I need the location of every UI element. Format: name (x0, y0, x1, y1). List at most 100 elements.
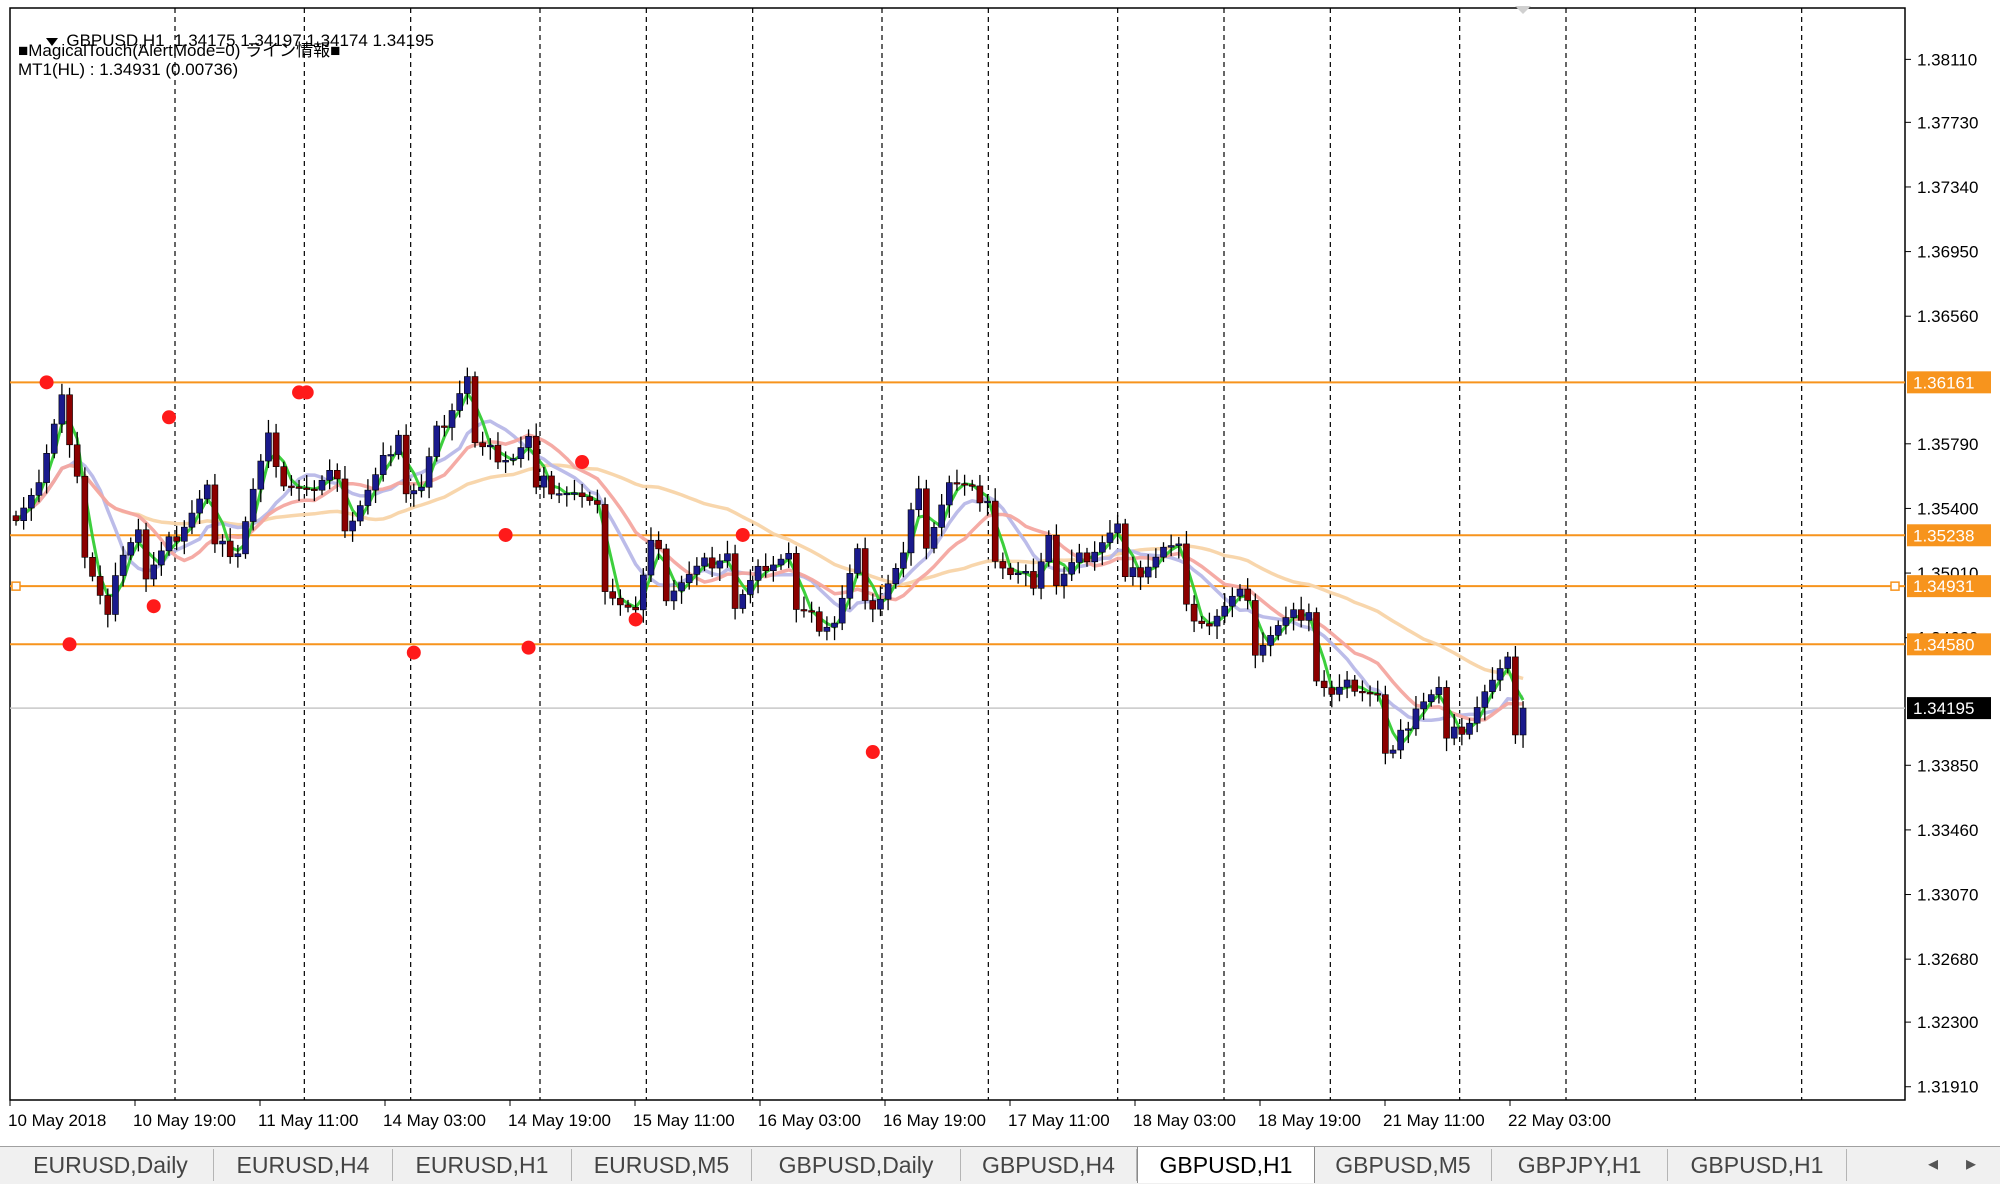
bear-candle (708, 557, 716, 569)
bull-candle (135, 529, 142, 543)
bear-candle (923, 488, 930, 549)
fractal-low-marker (406, 645, 421, 660)
bull-candle (1282, 617, 1290, 626)
bear-candle (104, 595, 112, 615)
bull-candle (1389, 749, 1397, 754)
bear-candle (1206, 623, 1213, 627)
price-tag-label: 1.34580 (1913, 635, 1974, 654)
bull-candle (1290, 609, 1297, 618)
bear-candle (1297, 609, 1305, 621)
tab-scroll-right-icon[interactable]: ▸ (1966, 1151, 1976, 1176)
x-tick-label: 10 May 2018 (8, 1111, 106, 1130)
bear-candle (142, 529, 150, 580)
bull-candle (158, 550, 165, 566)
tab-scroll-left-icon[interactable]: ◂ (1928, 1151, 1938, 1176)
bull-candle (448, 410, 456, 428)
bull-candle (1420, 701, 1427, 710)
fractal-high-marker (299, 385, 314, 400)
bull-candle (1129, 567, 1137, 578)
bull-candle (1068, 562, 1075, 575)
bull-candle (372, 474, 379, 491)
chart-tab-bar: EURUSD,Daily EURUSD,H4 EURUSD,H1 EURUSD,M5 G… (0, 1146, 2000, 1184)
bull-candle (1305, 612, 1313, 621)
y-tick-label: 1.33850 (1917, 756, 1978, 775)
bear-candle (1183, 543, 1190, 605)
bull-candle (1397, 729, 1404, 751)
bull-candle (1489, 679, 1496, 693)
bull-candle (571, 492, 578, 495)
bull-candle (1236, 588, 1244, 597)
line-handle-right-icon[interactable] (1890, 581, 1900, 591)
bear-candle (961, 483, 968, 486)
fractal-high-marker (39, 375, 54, 390)
x-tick-label: 14 May 03:00 (383, 1111, 486, 1130)
chart-tab[interactable]: GBPUSD,H4 (961, 1149, 1137, 1181)
bull-candle (1519, 707, 1527, 736)
bull-candle (379, 454, 387, 475)
bear-candle (1252, 600, 1259, 656)
chart-tab[interactable]: EURUSD,H1 (393, 1149, 572, 1181)
x-tick-label: 14 May 19:00 (508, 1111, 611, 1130)
fractal-low-marker (521, 640, 536, 655)
bull-candle (425, 456, 433, 488)
chart-tab[interactable]: GBPUSD,H1 (1137, 1147, 1315, 1183)
bull-candle (854, 548, 861, 574)
bear-candle (532, 436, 540, 488)
bear-candle (662, 548, 670, 602)
bull-candle (1405, 728, 1412, 731)
y-tick-label: 1.33460 (1917, 821, 1978, 840)
bear-candle (861, 548, 869, 601)
chart-tab[interactable]: EURUSD,M5 (572, 1149, 752, 1181)
bull-candle (777, 558, 785, 566)
bull-candle (1037, 561, 1045, 589)
bull-candle (1343, 679, 1351, 688)
chart-tab[interactable]: GBPUSD,Daily (752, 1149, 961, 1181)
bear-candle (1382, 694, 1389, 754)
bear-candle (968, 484, 976, 487)
chart-tab[interactable]: EURUSD,Daily (8, 1149, 214, 1181)
bull-candle (249, 488, 257, 522)
bull-candle (119, 554, 127, 576)
bear-candle (96, 576, 104, 596)
bull-candle (242, 521, 249, 555)
bull-candle (540, 475, 548, 488)
x-tick-label: 10 May 19:00 (133, 1111, 236, 1130)
bull-candle (1221, 605, 1228, 617)
y-tick-label: 1.36950 (1917, 243, 1978, 262)
fractal-high-marker (162, 410, 176, 425)
y-tick-label: 1.35400 (1917, 499, 1978, 518)
bear-candle (731, 553, 739, 609)
price-chart[interactable]: 1.38110 1.37730 1.37340 1.36950 1.36560 1.357… (0, 0, 2000, 1146)
bear-candle (1121, 523, 1129, 578)
plot-area[interactable] (9, 7, 1906, 1101)
bull-candle (693, 565, 701, 575)
bull-candle (112, 575, 119, 615)
bull-candle (770, 564, 777, 572)
bear-candle (578, 492, 586, 498)
bear-candle (1366, 692, 1374, 695)
bull-candle (1336, 686, 1343, 695)
bull-candle (1014, 572, 1022, 576)
chart-tab[interactable]: GBPUSD,H1 (1668, 1149, 1847, 1181)
bear-candle (1244, 588, 1251, 601)
bull-candle (1213, 615, 1221, 627)
bull-candle (349, 520, 356, 532)
line-handle-left-icon[interactable] (11, 581, 21, 591)
chart-tab[interactable]: GBPUSD,M5 (1315, 1149, 1492, 1181)
bear-candle (1198, 620, 1206, 624)
chart-tab[interactable]: GBPJPY,H1 (1492, 1149, 1668, 1181)
y-tick-label: 1.33070 (1917, 886, 1978, 905)
bull-candle (1259, 645, 1267, 656)
bear-candle (211, 484, 219, 545)
bear-candle (341, 478, 349, 532)
chart-window[interactable]: 1.38110 1.37730 1.37340 1.36950 1.36560 1.357… (0, 0, 2000, 1183)
bull-candle (877, 598, 884, 610)
bear-candle (81, 475, 89, 558)
bear-candle (762, 565, 770, 572)
bull-candle (219, 540, 226, 545)
bear-candle (303, 487, 311, 490)
bull-candle (364, 489, 372, 506)
chart-tab[interactable]: EURUSD,H4 (214, 1149, 393, 1181)
bull-candle (846, 573, 854, 599)
fractal-low-marker (62, 637, 77, 652)
